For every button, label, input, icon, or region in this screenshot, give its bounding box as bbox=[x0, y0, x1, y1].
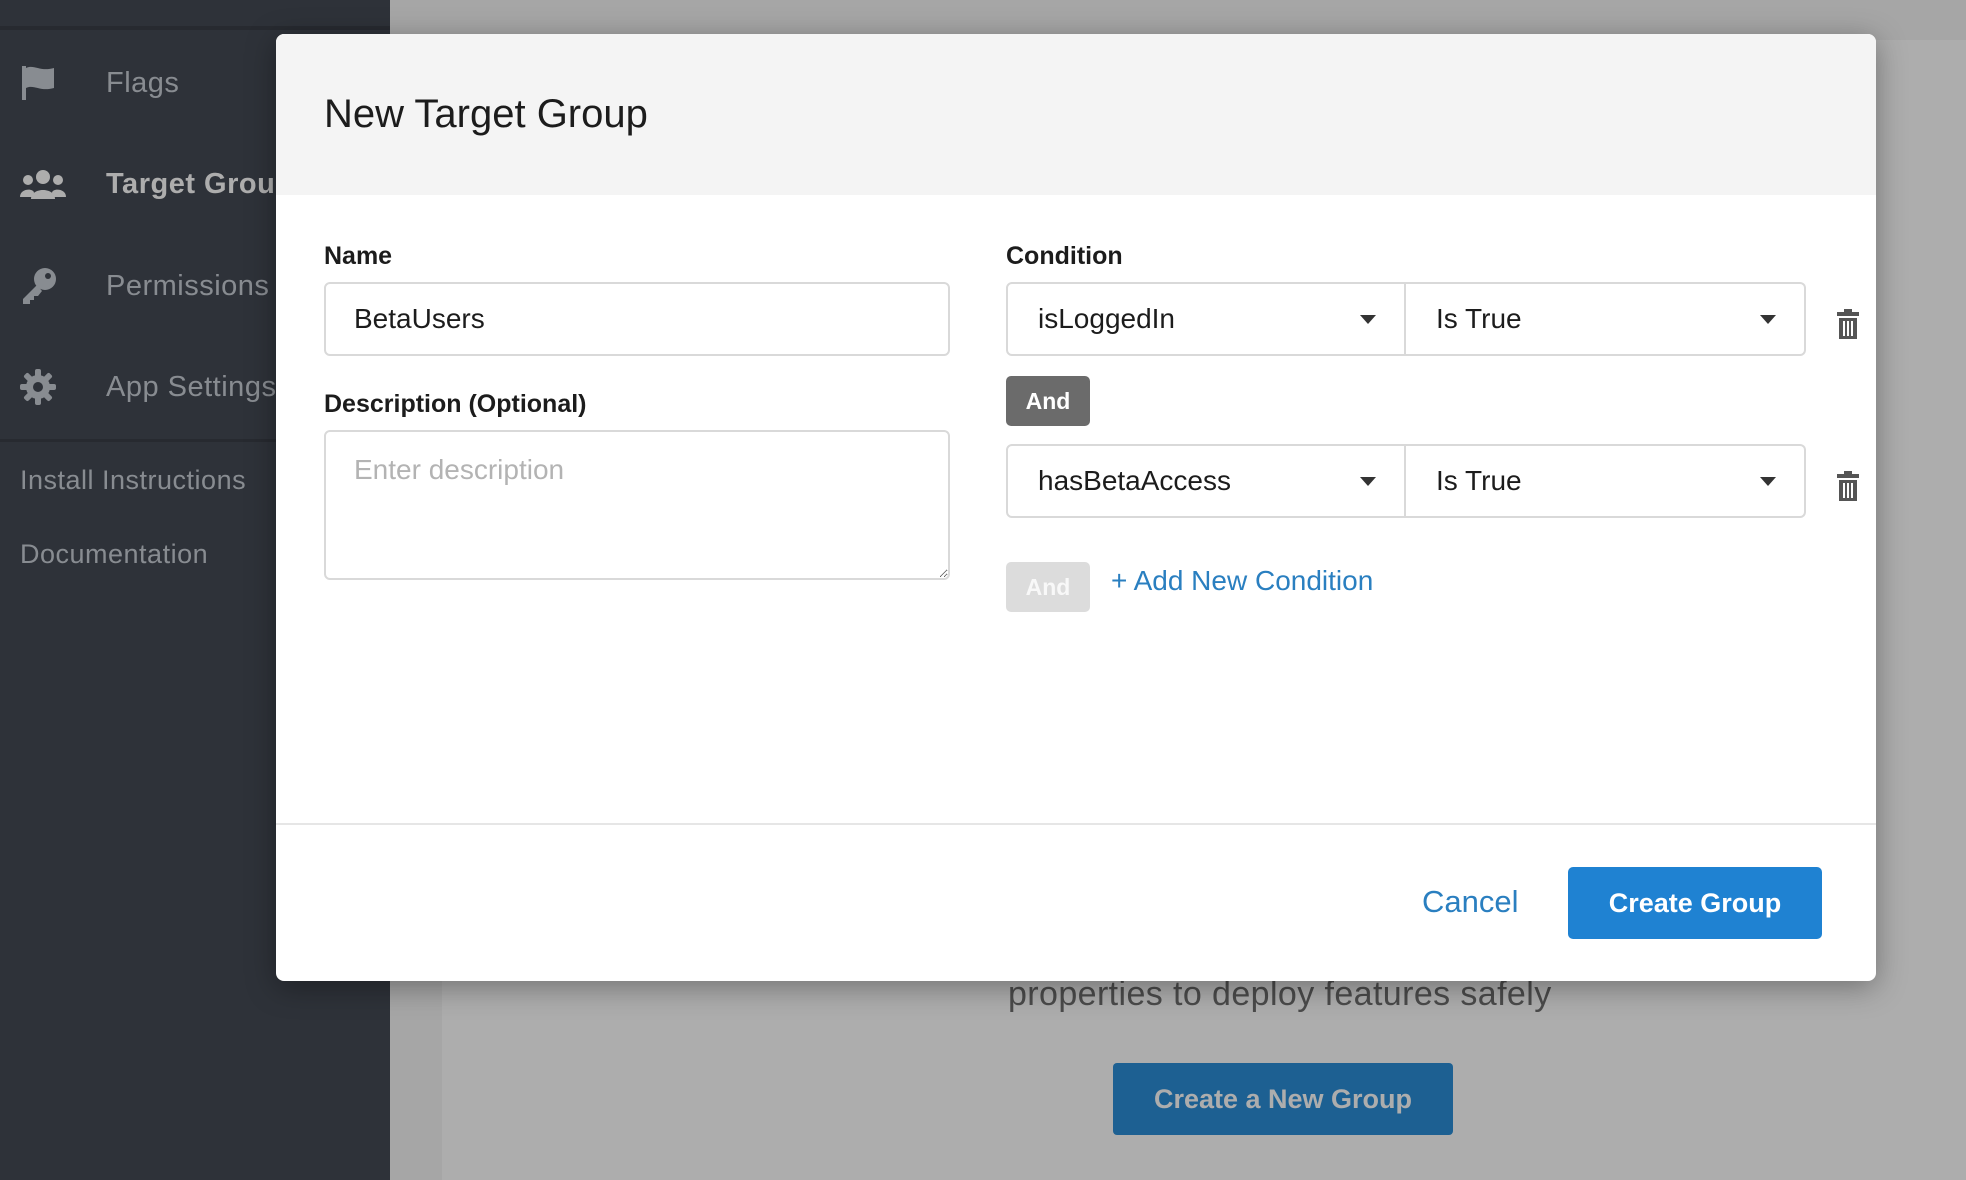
chevron-down-icon bbox=[1360, 477, 1376, 486]
and-badge-disabled: And bbox=[1006, 562, 1090, 612]
condition-operator-select[interactable]: Is True bbox=[1406, 282, 1806, 356]
chevron-down-icon bbox=[1760, 477, 1776, 486]
condition-operator-select[interactable]: Is True bbox=[1406, 444, 1806, 518]
name-label: Name bbox=[324, 242, 393, 270]
footer-divider bbox=[276, 823, 1876, 825]
and-badge: And bbox=[1006, 376, 1090, 426]
description-label: Description (Optional) bbox=[324, 390, 587, 418]
description-input[interactable] bbox=[324, 430, 950, 580]
chevron-down-icon bbox=[1360, 315, 1376, 324]
modal-header: New Target Group bbox=[276, 34, 1876, 195]
trash-icon[interactable] bbox=[1837, 471, 1859, 501]
condition-property-select[interactable]: hasBetaAccess bbox=[1006, 444, 1406, 518]
add-new-condition-link[interactable]: + Add New Condition bbox=[1111, 565, 1373, 597]
chevron-down-icon bbox=[1760, 315, 1776, 324]
select-value: hasBetaAccess bbox=[1038, 465, 1231, 496]
trash-icon[interactable] bbox=[1837, 309, 1859, 339]
modal-title: New Target Group bbox=[324, 92, 648, 136]
select-value: Is True bbox=[1436, 465, 1522, 496]
select-value: Is True bbox=[1436, 303, 1522, 334]
new-target-group-dialog: New Target Group Name Description (Optio… bbox=[276, 34, 1876, 981]
select-value: isLoggedIn bbox=[1038, 303, 1176, 334]
cancel-button[interactable]: Cancel bbox=[1422, 884, 1519, 920]
condition-property-select[interactable]: isLoggedIn bbox=[1006, 282, 1406, 356]
create-group-button[interactable]: Create Group bbox=[1568, 867, 1822, 939]
condition-label: Condition bbox=[1006, 242, 1123, 270]
name-input[interactable] bbox=[324, 282, 950, 356]
